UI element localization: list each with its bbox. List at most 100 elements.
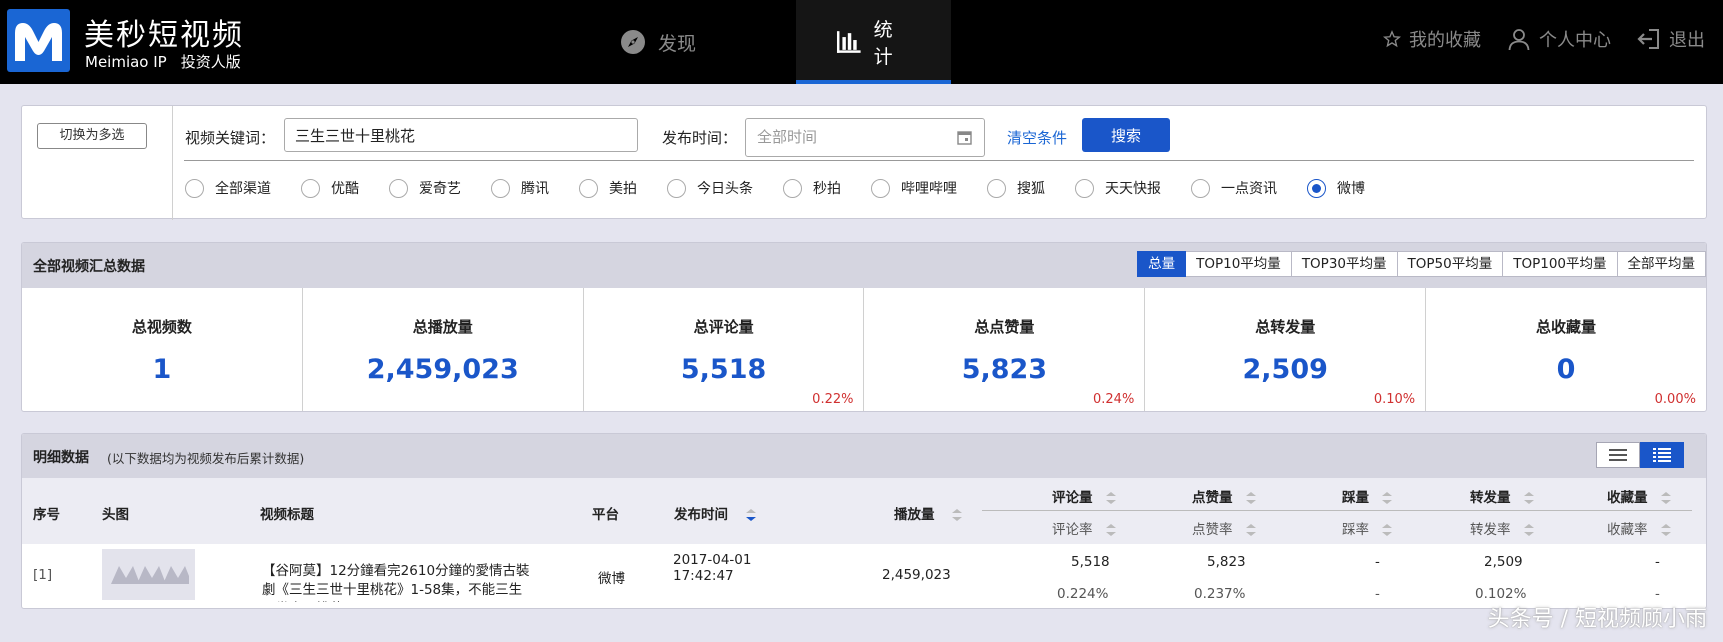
multi-select-toggle-button[interactable]: 切换为多选: [37, 123, 147, 149]
sort-icon: [1245, 524, 1256, 536]
favorites-label: 我的收藏: [1409, 30, 1481, 51]
col-favs[interactable]: 收藏量: [1607, 486, 1672, 506]
col-publish-time[interactable]: 发布时间: [674, 503, 757, 523]
channel-option[interactable]: 腾讯: [491, 178, 549, 198]
table-header: 序号 头图 视频标题 平台 发布时间 播放量 评论量 评论率 点赞量 点赞率 踩…: [22, 478, 1706, 544]
detail-view-button[interactable]: [1640, 442, 1684, 468]
bar-chart-icon: [837, 31, 861, 53]
detail-panel: 明细数据 (以下数据均为视频发布后累计数据) 序号 头图 视频标题 平台 发布时…: [21, 433, 1707, 609]
radio-unchecked-icon[interactable]: [185, 178, 204, 198]
nav-discover-label: 发现: [658, 32, 697, 55]
video-thumbnail[interactable]: [102, 549, 195, 600]
logo[interactable]: [7, 9, 70, 72]
stat-percentage: 0.00%: [1654, 392, 1696, 407]
brand-sub-en: Meimiao IP: [85, 53, 167, 71]
sort-icon: [1523, 492, 1534, 504]
logo-m-icon: [15, 23, 62, 61]
detail-header: 明细数据 (以下数据均为视频发布后累计数据): [22, 434, 1706, 478]
channel-option[interactable]: 美拍: [579, 178, 637, 198]
clear-filters-link[interactable]: 清空条件: [1007, 127, 1067, 148]
row-comment-rate: 0.224%: [1057, 586, 1109, 602]
radio-unchecked-icon[interactable]: [1191, 178, 1210, 198]
radio-unchecked-icon[interactable]: [783, 178, 802, 198]
col-comments-label: 评论量: [1052, 490, 1093, 506]
stat-value: 5,823: [961, 354, 1048, 385]
sort-desc-icon: [745, 509, 756, 521]
col-likes[interactable]: 点赞量: [1192, 486, 1257, 506]
profile-link[interactable]: 个人中心: [1507, 26, 1611, 52]
col-share-rate[interactable]: 转发率: [1470, 518, 1535, 538]
col-favs-label: 收藏量: [1607, 490, 1648, 506]
col-like-rate[interactable]: 点赞率: [1192, 518, 1257, 538]
row-fav-rate: -: [1655, 586, 1660, 602]
sort-icon: [1105, 492, 1116, 504]
stat-card: 总视频数 1: [22, 288, 303, 411]
average-tab[interactable]: 总量: [1137, 251, 1187, 277]
publish-time-placeholder: 全部时间: [757, 128, 818, 146]
star-icon: [1383, 30, 1401, 48]
nav-stats-label: 统计: [873, 19, 893, 68]
sort-icon: [1105, 524, 1116, 536]
col-plays-label: 播放量: [894, 507, 935, 523]
logout-label: 退出: [1669, 30, 1705, 51]
channel-option[interactable]: 全部渠道: [185, 178, 271, 198]
nav-discover[interactable]: 发现: [580, 0, 736, 84]
sort-icon: [1660, 524, 1671, 536]
radio-unchecked-icon[interactable]: [579, 178, 598, 198]
stat-value: 1: [152, 354, 172, 385]
favorites-link[interactable]: 我的收藏: [1383, 26, 1481, 52]
detail-list-icon: [1653, 448, 1671, 462]
average-tab[interactable]: TOP50平均量: [1397, 251, 1504, 277]
divider: [172, 106, 173, 220]
channel-label: 爱奇艺: [419, 181, 461, 197]
stat-value: 2,509: [1242, 354, 1328, 385]
radio-unchecked-icon[interactable]: [491, 178, 510, 198]
channel-option[interactable]: 天天快报: [1075, 178, 1161, 198]
channel-option[interactable]: 一点资讯: [1191, 178, 1277, 198]
sort-icon: [1382, 524, 1392, 536]
col-plays[interactable]: 播放量: [894, 503, 963, 523]
col-shares[interactable]: 转发量: [1470, 486, 1535, 506]
sort-icon: [1660, 492, 1671, 504]
stat-card: 总评论量 5,518 0.22%: [584, 288, 865, 411]
channel-option[interactable]: 爱奇艺: [389, 178, 461, 198]
col-dislikes[interactable]: 踩量: [1342, 486, 1393, 506]
col-comment-rate-label: 评论率: [1052, 522, 1093, 538]
channel-option[interactable]: 搜狐: [987, 178, 1045, 198]
channel-option[interactable]: 微博: [1307, 178, 1365, 198]
row-like-rate: 0.237%: [1194, 586, 1246, 602]
col-fav-rate[interactable]: 收藏率: [1607, 518, 1672, 538]
publish-time-picker[interactable]: 全部时间: [745, 118, 985, 157]
channel-option[interactable]: 今日头条: [667, 178, 753, 198]
col-comments[interactable]: 评论量: [1052, 486, 1117, 506]
average-tab[interactable]: TOP100平均量: [1503, 251, 1618, 277]
average-tab[interactable]: TOP10平均量: [1186, 251, 1292, 277]
stat-percentage: 0.10%: [1373, 392, 1416, 407]
keyword-input[interactable]: [284, 118, 638, 152]
radio-unchecked-icon[interactable]: [301, 178, 320, 198]
sort-icon: [1382, 492, 1392, 504]
col-comment-rate[interactable]: 评论率: [1052, 518, 1117, 538]
average-tab[interactable]: 全部平均量: [1617, 251, 1706, 277]
radio-unchecked-icon[interactable]: [987, 178, 1006, 198]
video-title-link[interactable]: 【谷阿莫】12分鐘看完2610分鐘的愛情古裝劇《三生三世十里桃花》1-58集，不…: [262, 562, 532, 602]
radio-unchecked-icon[interactable]: [667, 178, 686, 198]
nav-stats[interactable]: 统计: [796, 0, 952, 84]
list-view-button[interactable]: [1596, 442, 1640, 468]
radio-unchecked-icon[interactable]: [389, 178, 408, 198]
channel-option[interactable]: 秒拍: [783, 178, 841, 198]
average-tabs: 总量 TOP10平均量 TOP30平均量 TOP50平均量 TOP100平均量 全部平均量: [1137, 251, 1706, 277]
col-dislike-rate[interactable]: 踩率: [1342, 518, 1393, 538]
view-toggle: [1596, 442, 1684, 468]
channel-option[interactable]: 优酷: [301, 178, 359, 198]
table-row[interactable]: [1] 【谷阿莫】12分鐘看完2610分鐘的愛情古裝劇《三生三世十里桃花》1-5…: [22, 544, 1706, 608]
radio-unchecked-icon[interactable]: [871, 178, 890, 198]
logout-link[interactable]: 退出: [1637, 26, 1705, 52]
radio-unchecked-icon[interactable]: [1075, 178, 1094, 198]
average-tab[interactable]: TOP30平均量: [1291, 251, 1398, 277]
col-index: 序号: [33, 507, 60, 523]
channel-option[interactable]: 哔哩哔哩: [871, 178, 957, 198]
search-button[interactable]: 搜索: [1082, 118, 1170, 152]
radio-checked-icon[interactable]: [1307, 178, 1326, 198]
brand-sub-cn: 投资人版: [180, 53, 241, 71]
